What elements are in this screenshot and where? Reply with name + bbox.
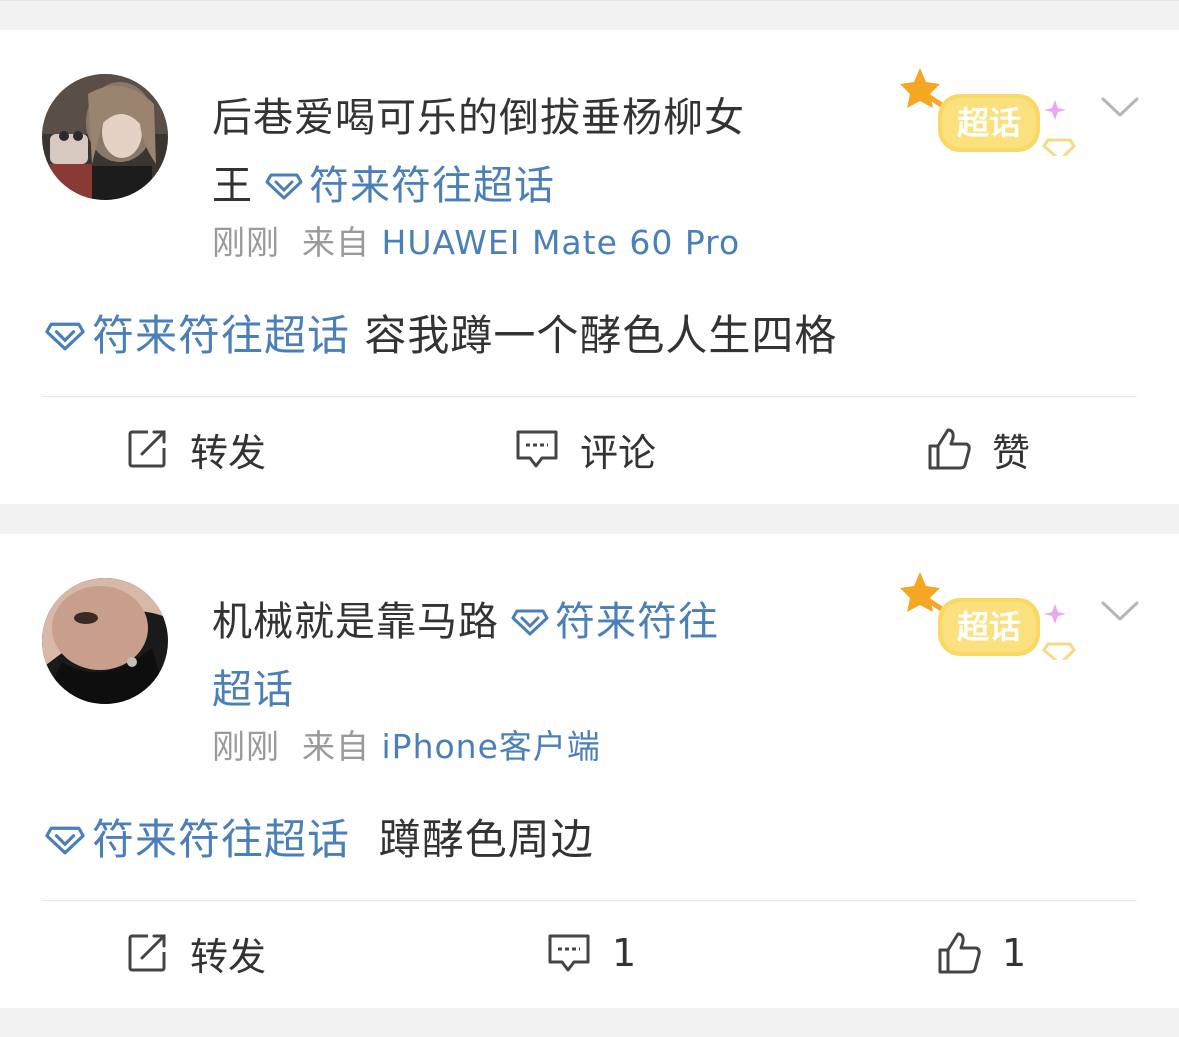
device-link[interactable]: iPhone客户端	[382, 727, 601, 766]
post-meta: 刚刚 来自 iPhone客户端	[212, 720, 601, 768]
username-continued[interactable]: 王	[212, 163, 253, 209]
comment-button[interactable]: 评论	[514, 396, 656, 502]
like-count: 1	[1002, 931, 1027, 975]
chevron-down-icon[interactable]	[1100, 598, 1140, 624]
repost-label: 转发	[190, 430, 267, 475]
post-content: 符来符往超话 容我蹲一个酵色人生四格	[44, 302, 837, 363]
comment-icon	[548, 934, 590, 972]
chevron-down-icon[interactable]	[1100, 94, 1140, 120]
repost-icon	[128, 430, 166, 468]
repost-button[interactable]: 转发	[124, 396, 266, 502]
super-topic-diamond-icon	[45, 322, 85, 351]
post-header: 机械就是靠马路 符来符往 超话	[212, 588, 812, 724]
username[interactable]: 后巷爱喝可乐的倒拔垂杨柳女	[212, 84, 812, 152]
like-icon	[938, 932, 981, 974]
post-meta: 刚刚 来自 HUAWEI Mate 60 Pro	[212, 216, 740, 264]
super-topic-diamond-icon	[511, 609, 549, 636]
repost-icon	[128, 934, 166, 972]
badge-label: 超话	[957, 608, 1021, 646]
super-topic-badge[interactable]: 超话	[898, 60, 1084, 156]
feed-gap	[0, 1008, 1179, 1037]
avatar[interactable]	[42, 578, 168, 704]
super-topic-diamond-icon	[45, 826, 85, 855]
content-topic-link[interactable]: 符来符往超话	[92, 815, 350, 864]
comment-label: 评论	[580, 430, 657, 475]
comment-icon	[516, 430, 558, 468]
topic-link-continued[interactable]: 超话	[212, 656, 812, 724]
feed-gap	[0, 504, 1179, 534]
device-link[interactable]: HUAWEI Mate 60 Pro	[382, 223, 741, 262]
feed: 后巷爱喝可乐的倒拔垂杨柳女 王符来符往超话 刚刚 来自 HUAWEI Mate 6…	[0, 0, 1179, 1037]
repost-button[interactable]: 转发	[124, 900, 266, 1006]
post-content: 符来符往超话 蹲酵色周边	[44, 806, 594, 867]
post-time: 刚刚	[212, 223, 280, 262]
content-text: 容我蹲一个酵色人生四格	[364, 311, 838, 360]
avatar[interactable]	[42, 74, 168, 200]
badge-label: 超话	[957, 104, 1021, 142]
like-button[interactable]: 赞	[926, 396, 1030, 502]
comment-count: 1	[612, 931, 637, 975]
post-card[interactable]: 后巷爱喝可乐的倒拔垂杨柳女 王符来符往超话 刚刚 来自 HUAWEI Mate 6…	[0, 30, 1179, 504]
post-time: 刚刚	[212, 727, 280, 766]
action-bar: 转发 评论 赞	[0, 396, 1179, 502]
action-bar: 转发 1 1	[0, 900, 1179, 1006]
source-prefix: 来自	[302, 223, 370, 262]
content-text: 蹲酵色周边	[378, 815, 594, 864]
super-topic-badge[interactable]: 超话	[898, 564, 1084, 660]
post-card[interactable]: 机械就是靠马路 符来符往 超话 刚刚 来自 iPhone客户端 超话 符来符往超话 …	[0, 534, 1179, 1008]
like-label: 赞	[992, 430, 1031, 475]
topic-link[interactable]: 符来符往超话	[309, 163, 555, 209]
repost-label: 转发	[190, 934, 267, 979]
like-icon	[928, 428, 971, 470]
post-header: 后巷爱喝可乐的倒拔垂杨柳女 王 符来符往超话	[212, 84, 812, 220]
feed-gap	[0, 0, 1179, 30]
content-topic-link[interactable]: 符来符往超话	[92, 311, 350, 360]
super-topic-diamond-icon	[265, 173, 303, 200]
like-button[interactable]: 1	[936, 900, 1026, 1006]
comment-button[interactable]: 1	[546, 900, 636, 1006]
topic-link[interactable]: 符来符往	[555, 599, 719, 645]
username[interactable]: 机械就是靠马路	[212, 599, 499, 645]
source-prefix: 来自	[302, 727, 370, 766]
